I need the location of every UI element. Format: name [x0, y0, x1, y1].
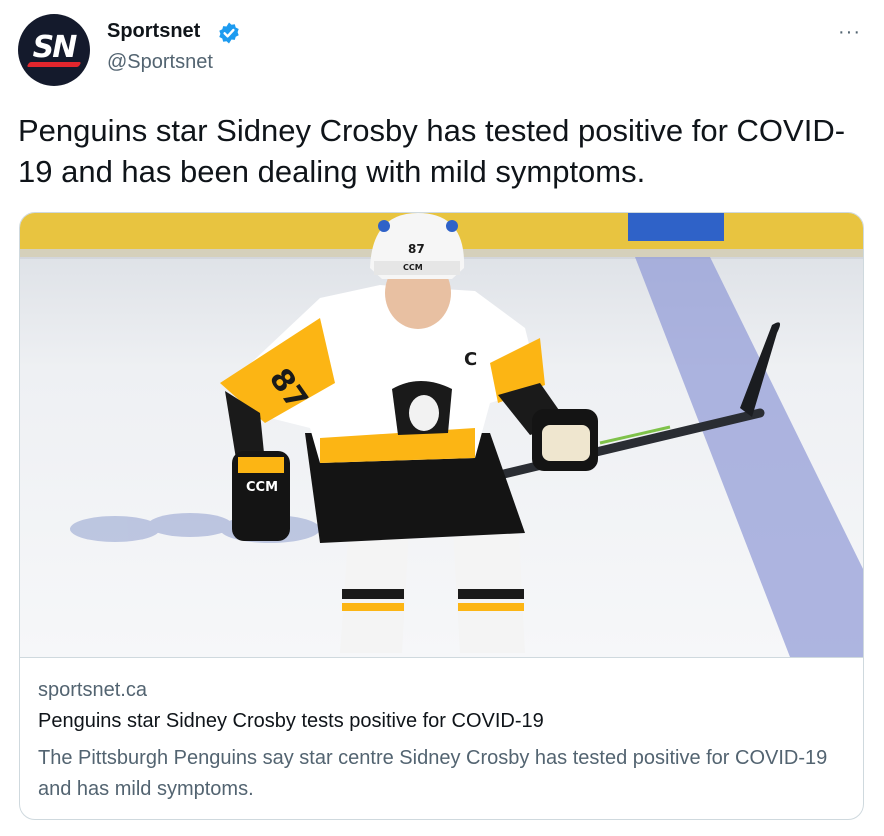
helmet-number: 87 [408, 242, 425, 256]
helmet-brand: CCM [403, 263, 423, 272]
card-domain: sportsnet.ca [38, 679, 147, 701]
avatar-logo-text: SN [32, 30, 78, 65]
avatar[interactable]: SN [18, 14, 90, 86]
more-options-icon[interactable]: ··· [838, 21, 861, 44]
link-card[interactable]: 87 C CCM 87 CCM sportsnet.ca Penguins st… [19, 212, 864, 820]
glove-brand: CCM [246, 480, 278, 495]
card-title: Penguins star Sidney Crosby tests positi… [38, 710, 544, 732]
right-glove [532, 409, 598, 471]
left-glove: CCM [232, 451, 290, 541]
handle[interactable]: @Sportsnet [107, 51, 213, 74]
tweet-text: Penguins star Sidney Crosby has tested p… [18, 113, 846, 189]
captain-letter: C [464, 349, 477, 370]
boards-ad-panel [628, 213, 724, 241]
avatar-logo-swoosh [26, 62, 82, 67]
card-description: The Pittsburgh Penguins say star centre … [38, 747, 828, 800]
card-image: 87 C CCM 87 CCM [20, 213, 863, 657]
display-name[interactable]: Sportsnet [107, 20, 200, 43]
card-divider [20, 657, 863, 658]
verified-badge-icon [219, 22, 239, 44]
